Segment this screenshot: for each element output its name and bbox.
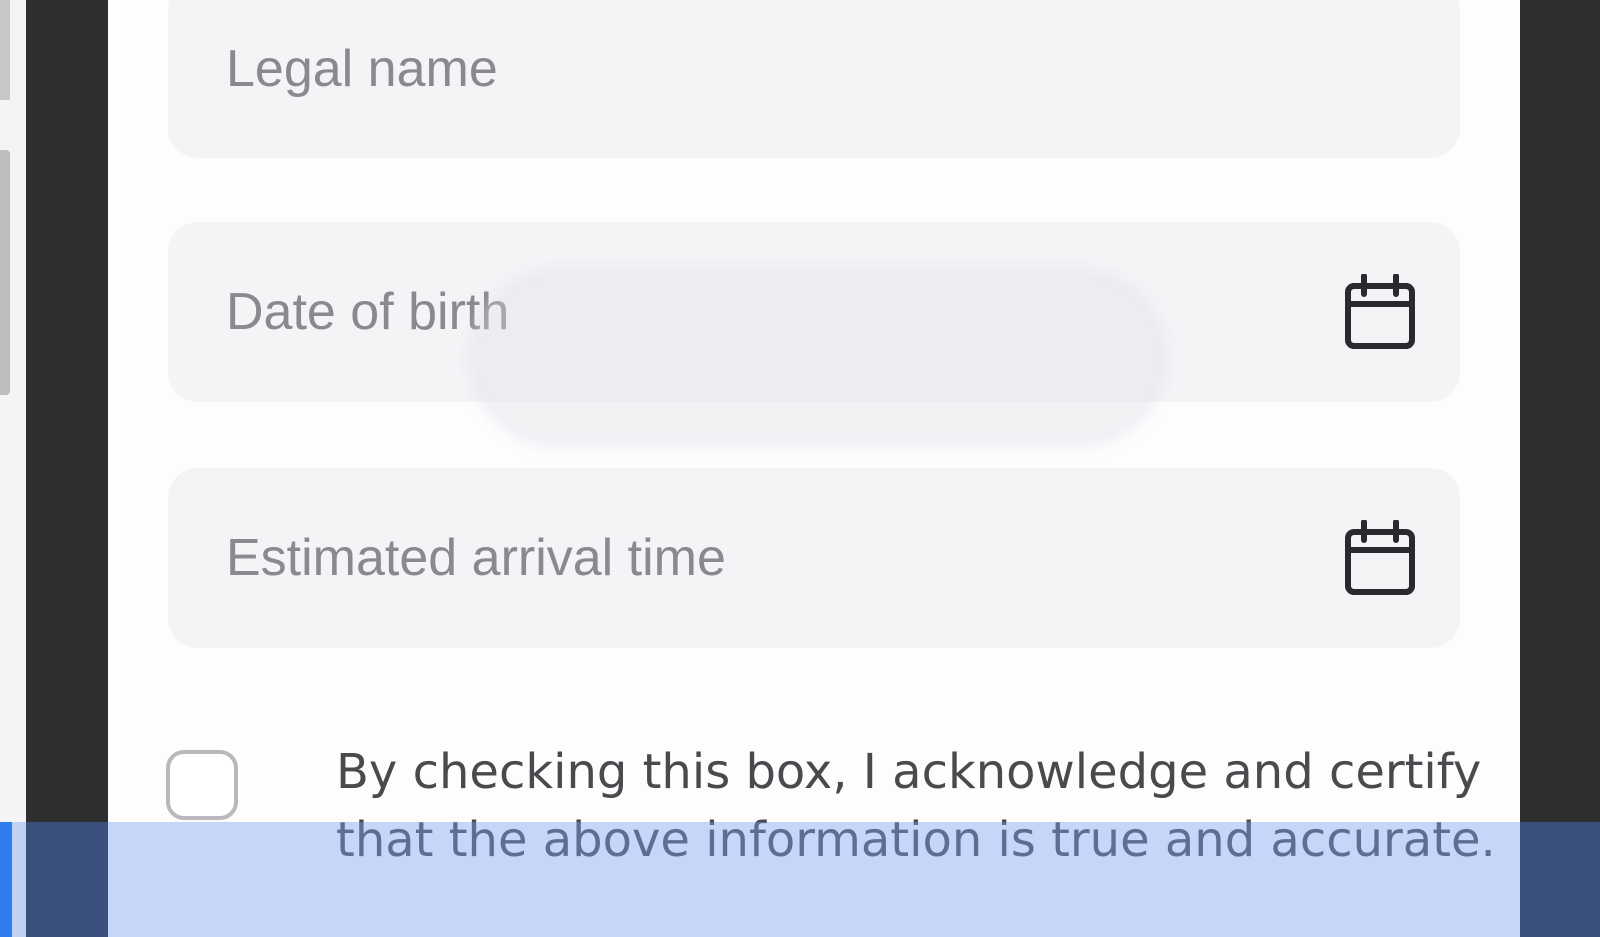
calendar-icon[interactable] [1344, 520, 1416, 596]
device-frame-right [1520, 0, 1600, 937]
estimated-arrival-field[interactable]: Estimated arrival time [168, 468, 1460, 648]
highlight-frame-left [26, 822, 108, 937]
calendar-icon[interactable] [1344, 274, 1416, 350]
consent-text: By checking this box, I acknowledge and … [336, 744, 1496, 868]
background-strip [0, 0, 26, 937]
form-screen: Legal name Date of birth Estimated arriv… [108, 0, 1520, 937]
highlight-frame-right [1520, 822, 1600, 937]
device-frame-left [26, 0, 108, 937]
selection-edge [0, 822, 12, 937]
stage: Legal name Date of birth Estimated arriv… [0, 0, 1600, 937]
scrollbar-thumb[interactable] [0, 150, 10, 395]
date-of-birth-placeholder: Date of birth [226, 283, 510, 341]
consent-checkbox[interactable] [166, 750, 238, 820]
estimated-arrival-placeholder: Estimated arrival time [226, 529, 726, 587]
legal-name-field[interactable]: Legal name [168, 0, 1460, 158]
legal-name-placeholder: Legal name [226, 40, 498, 98]
screen-smudge [468, 268, 1168, 448]
scrollbar-track [0, 0, 10, 100]
